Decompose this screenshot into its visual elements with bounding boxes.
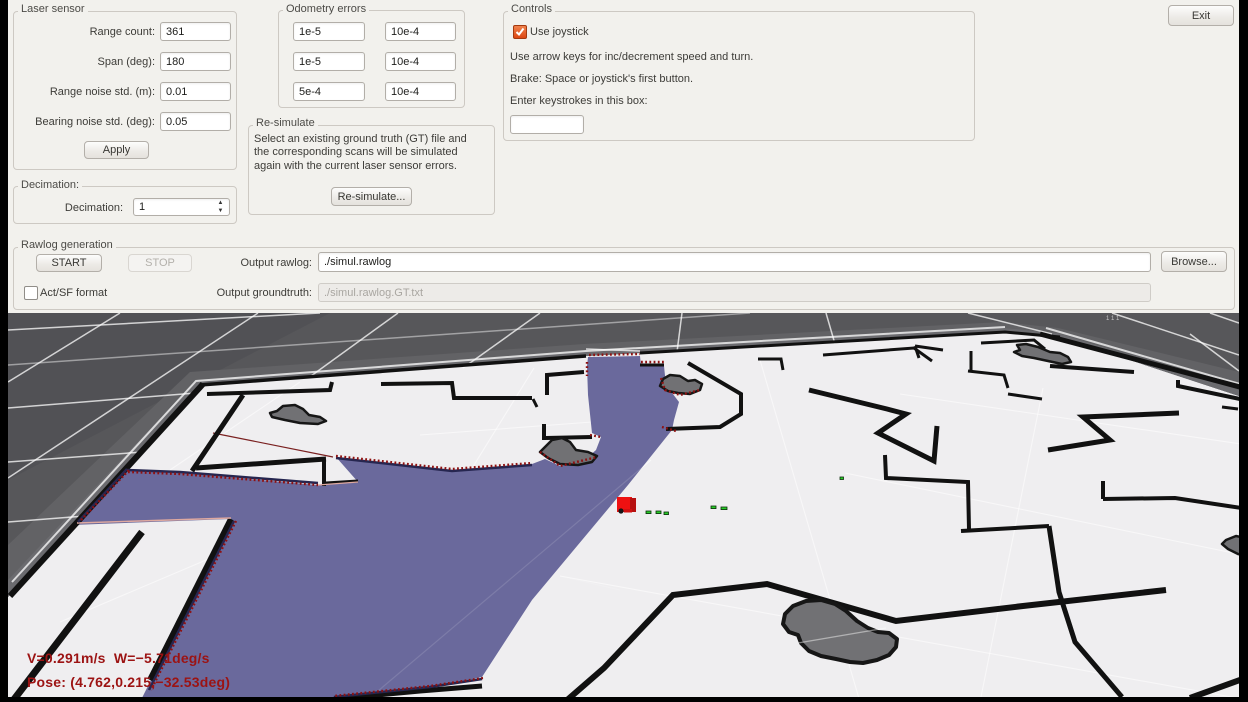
svg-text:1 1 1: 1 1 1 — [1106, 316, 1120, 322]
svg-text:V=0.291m/s W=−5.71deg/s: V=0.291m/s W=−5.71deg/s — [27, 650, 210, 666]
svg-text:Pose: (4.762,0.215,−32.53deg): Pose: (4.762,0.215,−32.53deg) — [27, 674, 230, 690]
